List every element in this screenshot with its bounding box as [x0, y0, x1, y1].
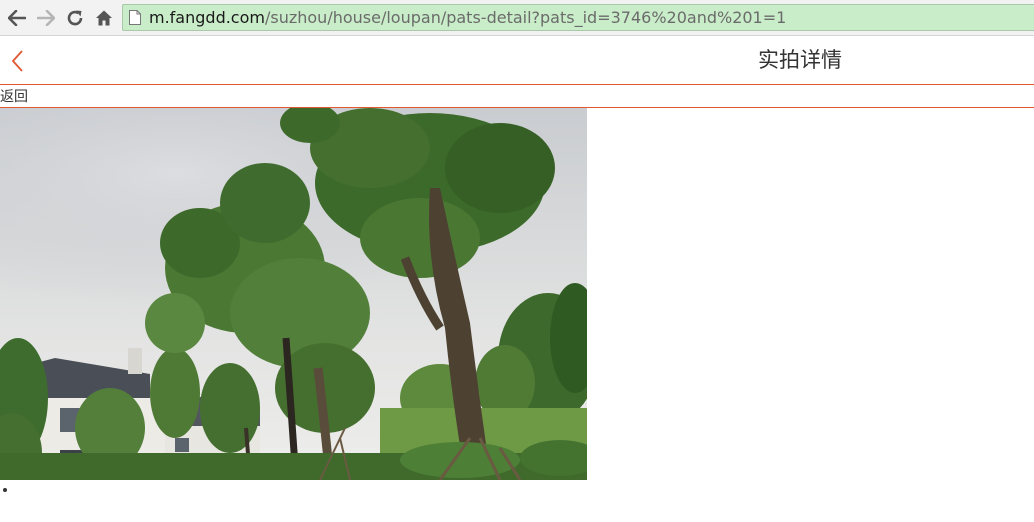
forward-arrow-icon[interactable] — [35, 7, 57, 29]
home-icon[interactable] — [93, 7, 115, 29]
url-path: /suzhou/house/loupan/pats-detail?pats_id… — [264, 8, 787, 27]
browser-toolbar: m.fangdd.com/suzhou/house/loupan/pats-de… — [0, 0, 1034, 36]
address-bar[interactable]: m.fangdd.com/suzhou/house/loupan/pats-de… — [122, 4, 1034, 31]
reload-icon[interactable] — [64, 7, 86, 29]
tree-photo — [0, 108, 587, 480]
chevron-left-icon[interactable] — [10, 49, 26, 73]
page-title: 实拍详情 — [758, 48, 842, 72]
back-arrow-icon[interactable] — [6, 7, 28, 29]
url-text: m.fangdd.com/suzhou/house/loupan/pats-de… — [149, 7, 786, 29]
page-icon — [129, 10, 141, 25]
back-link[interactable]: 返回 — [0, 88, 28, 106]
back-link-row: 返回 — [0, 86, 1034, 108]
trailing-mark — [3, 488, 7, 492]
url-host: m.fangdd.com — [149, 8, 265, 27]
page-header: 实拍详情 — [0, 36, 1034, 85]
